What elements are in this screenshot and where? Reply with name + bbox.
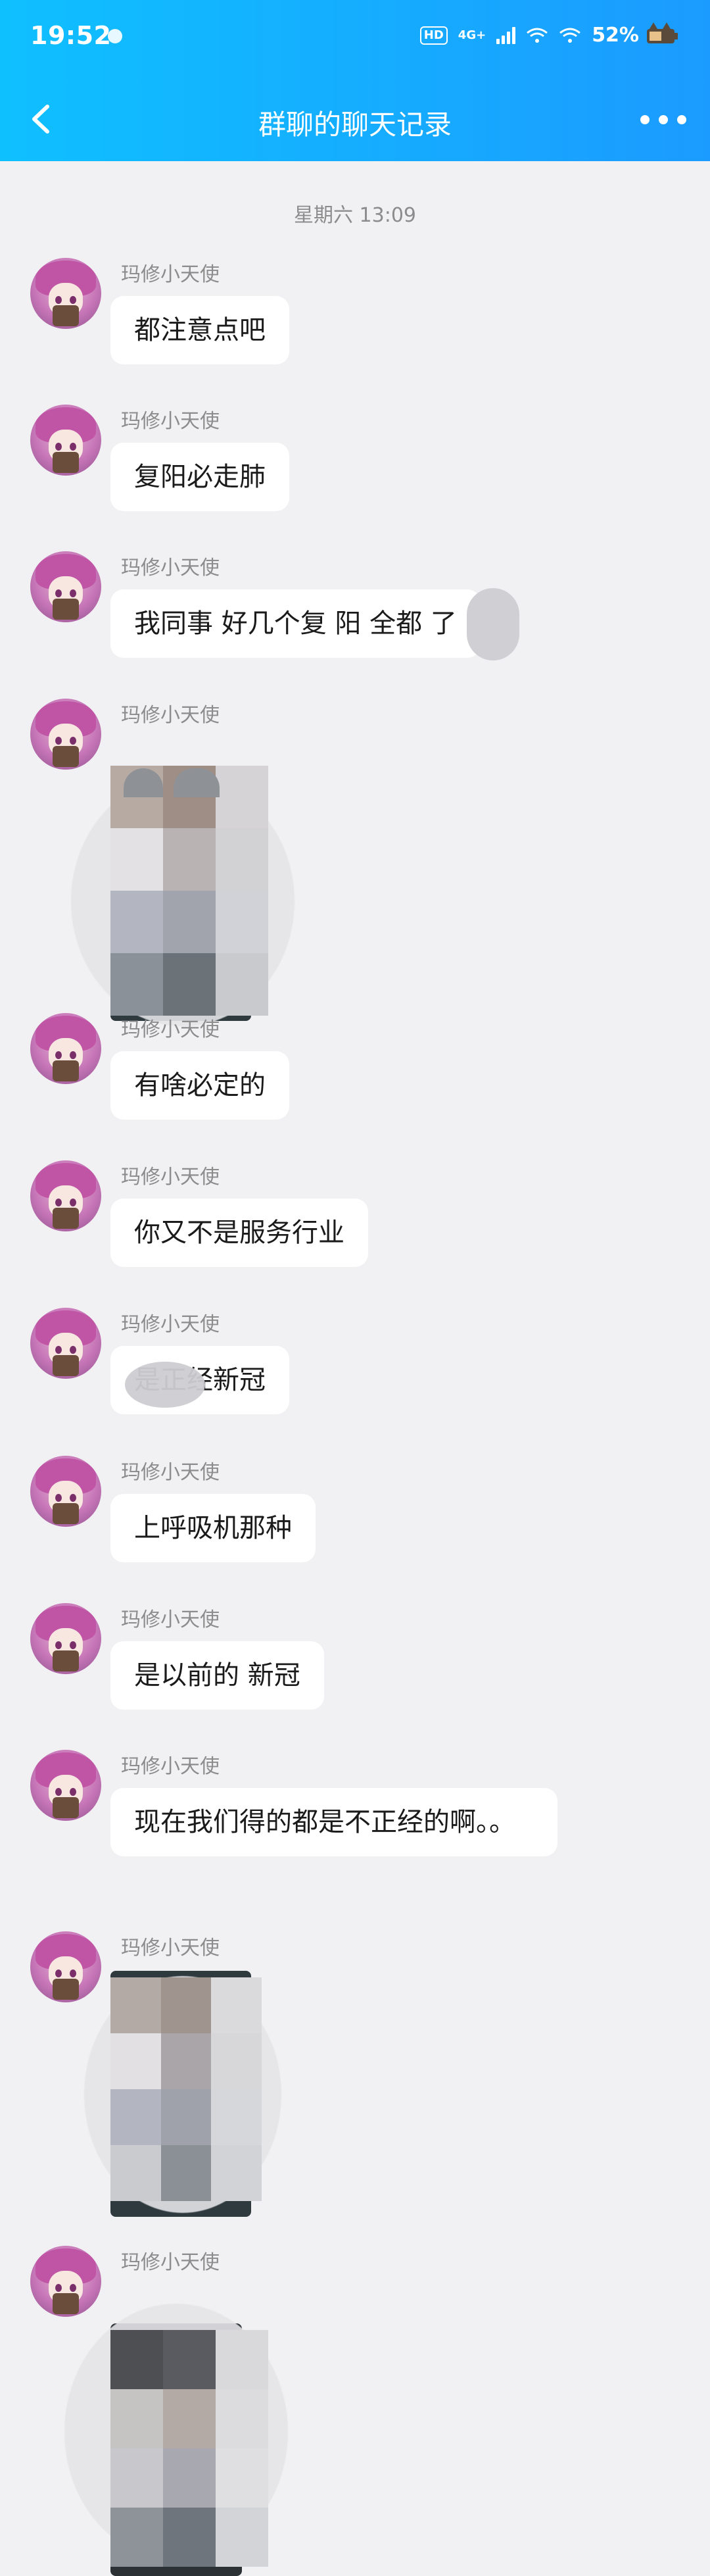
wifi-icon: [559, 27, 581, 44]
avatar[interactable]: [30, 1603, 101, 1674]
avatar[interactable]: [30, 1160, 101, 1231]
message-bubble[interactable]: 现在我们得的都是不正经的啊。。: [110, 1788, 557, 1856]
message-bubble[interactable]: 你又不是服务行业: [110, 1199, 368, 1267]
avatar[interactable]: [30, 699, 101, 770]
status-indicators: HD 4G+ 52%: [419, 24, 639, 47]
avatar[interactable]: [30, 1456, 101, 1527]
avatar[interactable]: [30, 1931, 101, 2002]
redaction-blur: [125, 1362, 205, 1408]
avatar[interactable]: [30, 1308, 101, 1379]
sender-name: 玛修小天使: [121, 263, 220, 286]
nav-bar: 群聊的聊天记录: [0, 79, 710, 161]
status-bar: 19:52 HD 4G+ 52%: [0, 0, 710, 79]
hd-badge: HD: [419, 26, 448, 45]
sender-name: 玛修小天使: [121, 1166, 220, 1189]
avatar[interactable]: [30, 1750, 101, 1821]
avatar[interactable]: [30, 258, 101, 329]
battery-cat-icon: [644, 21, 681, 49]
sender-name: 玛修小天使: [121, 1608, 220, 1631]
battery-level: 52%: [592, 24, 639, 47]
more-dots-icon[interactable]: [640, 107, 686, 133]
sender-name: 玛修小天使: [121, 1461, 220, 1484]
network-type: 4G+: [458, 28, 486, 42]
sender-name: 玛修小天使: [121, 704, 220, 727]
sender-name: 玛修小天使: [121, 1937, 220, 1960]
avatar[interactable]: [30, 551, 101, 622]
page-title: 群聊的聊天记录: [258, 109, 452, 141]
message-bubble[interactable]: 是以前的 新冠: [110, 1641, 324, 1710]
sender-name: 玛修小天使: [121, 1313, 220, 1336]
sender-name: 玛修小天使: [121, 1755, 220, 1778]
sender-name: 玛修小天使: [121, 410, 220, 433]
sender-name: 玛修小天使: [121, 1018, 220, 1041]
wifi-icon: [526, 27, 548, 44]
avatar[interactable]: [30, 1013, 101, 1084]
redaction-blur: [467, 588, 519, 660]
message-bubble[interactable]: 我同事 好几个复 阳 全都 了: [110, 589, 481, 658]
status-time: 19:52: [30, 21, 112, 50]
message-bubble[interactable]: 上呼吸机那种: [110, 1494, 316, 1562]
chat-timestamp: 星期六 13:09: [294, 204, 416, 227]
flame-icon: [108, 29, 122, 43]
sender-name: 玛修小天使: [121, 557, 220, 580]
sender-name: 玛修小天使: [121, 2251, 220, 2274]
signal-icon: [496, 26, 516, 44]
message-bubble[interactable]: 有啥必定的: [110, 1051, 289, 1120]
message-bubble[interactable]: 复阳必走肺: [110, 443, 289, 511]
avatar[interactable]: [30, 405, 101, 476]
avatar[interactable]: [30, 2246, 101, 2317]
message-bubble[interactable]: 都注意点吧: [110, 296, 289, 364]
